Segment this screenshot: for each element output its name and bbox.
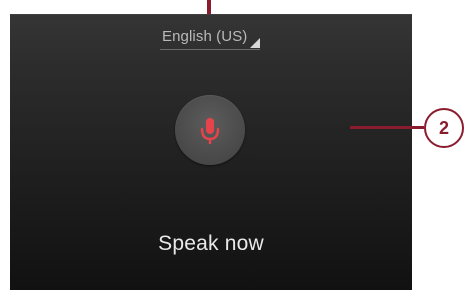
dropdown-underline [160,49,260,50]
top-edge-line [10,14,412,15]
callout-number-badge: 2 [424,108,464,148]
dropdown-indicator-icon [250,38,260,48]
language-dropdown[interactable]: English (US) [160,24,260,52]
voice-search-screen: English (US) Speak now [10,14,412,290]
speak-now-prompt: Speak now [158,232,264,255]
language-label: English (US) [162,28,248,45]
tutorial-screenshot: English (US) Speak now 2 [0,0,476,292]
callout-pointer-right [350,126,424,129]
microphone-icon [200,118,220,144]
microphone-button[interactable] [175,95,245,165]
callout-pointer-top [207,0,211,14]
